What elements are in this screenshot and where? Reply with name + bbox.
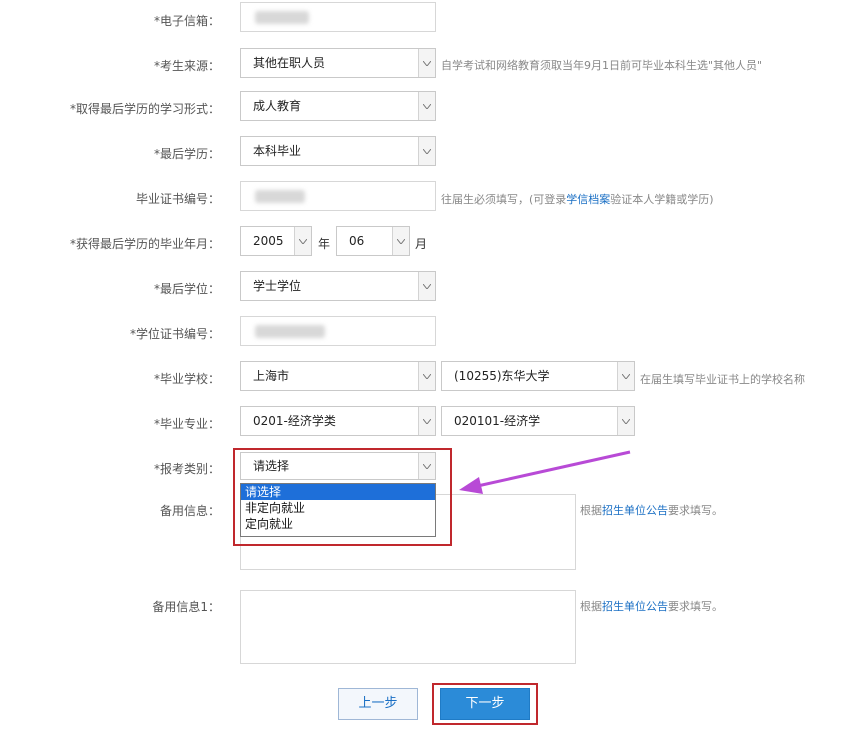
backup-hint-prefix: 根据 [580,504,602,517]
school-hint: 在届生填写毕业证书上的学校名称 [640,373,805,386]
email-label: *电子信箱： [153,14,220,28]
grad-year-value: 2005 [253,234,284,248]
redacted-cert-no [255,190,305,203]
study-form-value: 成人教育 [253,99,302,113]
backup1-hint-prefix: 根据 [580,600,602,613]
category-label: *报考类别： [153,462,220,476]
degree-label: *最后学位： [153,282,220,296]
admission-notice-link[interactable]: 招生单位公告 [602,600,668,613]
chevron-down-icon [418,92,435,120]
chevron-down-icon [418,49,435,77]
admission-notice-link[interactable]: 招生单位公告 [602,504,668,517]
study-form-select[interactable]: 成人教育 [240,91,436,121]
xuexin-archive-link[interactable]: 学信档案 [566,193,610,206]
chevron-down-icon [418,407,435,435]
chevron-down-icon [418,272,435,300]
chevron-down-icon [418,137,435,165]
cert-no-field[interactable] [240,181,436,211]
last-edu-select[interactable]: 本科毕业 [240,136,436,166]
year-unit: 年 [318,237,331,251]
backup1-textarea[interactable] [240,590,576,664]
major-name-value: 020101-经济学 [454,414,541,428]
school-city-value: 上海市 [253,369,290,383]
next-button[interactable]: 下一步 [440,688,530,720]
backup1-label: 备用信息1： [152,600,220,614]
school-city-select[interactable]: 上海市 [240,361,436,391]
source-value: 其他在职人员 [253,56,326,70]
source-hint: 自学考试和网络教育须取当年9月1日前可毕业本科生选"其他人员" [441,59,763,72]
backup1-hint-suffix: 要求填写。 [668,600,723,613]
school-name-value: (10255)东华大学 [454,369,550,383]
last-edu-value: 本科毕业 [253,144,302,158]
major-category-value: 0201-经济学类 [253,414,336,428]
grad-date-label: *获得最后学历的毕业年月： [69,237,220,251]
backup-label: 备用信息： [159,504,220,518]
redacted-email [255,11,309,24]
major-category-select[interactable]: 0201-经济学类 [240,406,436,436]
chevron-down-icon [294,227,311,255]
last-edu-label: *最后学历： [153,147,220,161]
chevron-down-icon [418,362,435,390]
degree-cert-field[interactable] [240,316,436,346]
degree-value: 学士学位 [253,279,302,293]
grad-month-value: 06 [349,234,365,248]
cert-no-hint-suffix: 验证本人学籍或学历) [610,193,714,206]
highlight-box [233,448,452,546]
cert-no-label: 毕业证书编号： [135,192,220,206]
redacted-degree-cert [255,325,325,338]
degree-select[interactable]: 学士学位 [240,271,436,301]
school-name-select[interactable]: (10255)东华大学 [441,361,635,391]
backup-hint-suffix: 要求填写。 [668,504,723,517]
chevron-down-icon [392,227,409,255]
source-label: *考生来源： [153,59,220,73]
chevron-down-icon [617,407,634,435]
school-label: *毕业学校： [153,372,220,386]
source-select[interactable]: 其他在职人员 [240,48,436,78]
cert-no-hint: 往届生必须填写，(可登录学信档案验证本人学籍或学历) [441,191,714,207]
cert-no-hint-prefix: 往届生必须填写，(可登录 [441,193,567,206]
backup-hint: 根据招生单位公告要求填写。 [580,502,723,518]
grad-month-select[interactable]: 06 [336,226,410,256]
study-form-label: *取得最后学历的学习形式： [69,102,220,116]
email-field[interactable] [240,2,436,32]
degree-cert-label: *学位证书编号： [129,327,220,341]
grad-year-select[interactable]: 2005 [240,226,312,256]
major-label: *毕业专业： [153,417,220,431]
prev-button[interactable]: 上一步 [338,688,418,720]
backup1-hint: 根据招生单位公告要求填写。 [580,598,723,614]
month-unit: 月 [415,237,428,251]
major-name-select[interactable]: 020101-经济学 [441,406,635,436]
annotation-arrow [459,450,631,494]
chevron-down-icon [617,362,634,390]
